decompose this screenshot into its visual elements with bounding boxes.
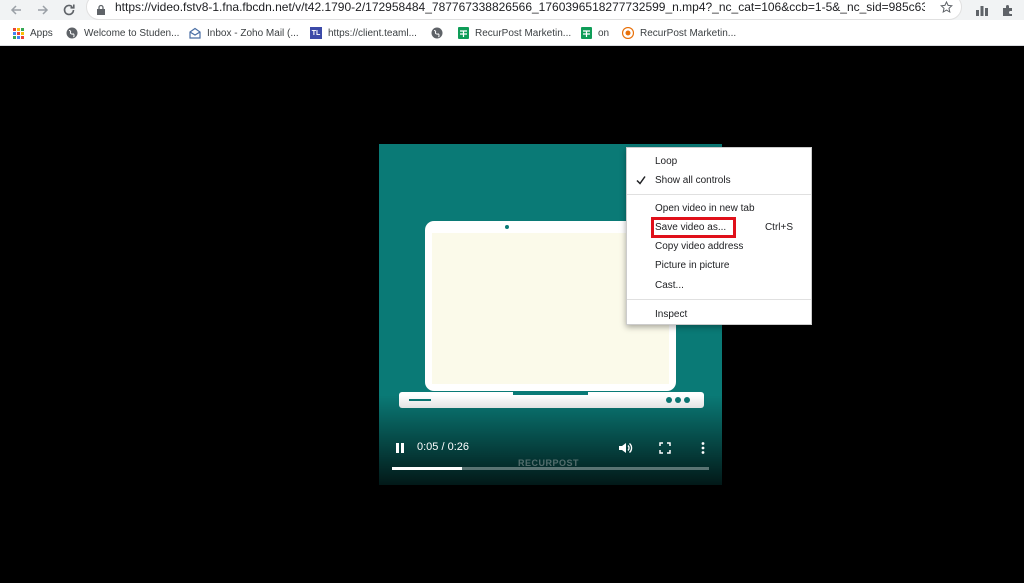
bookmark-recurpost[interactable]: RecurPost Marketin...: [622, 24, 736, 42]
bookmark-label: Inbox - Zoho Mail (...: [207, 27, 299, 39]
lock-icon: [97, 4, 105, 15]
checkmark-icon: [636, 176, 646, 185]
menu-item-inspect[interactable]: Inspect: [627, 305, 811, 324]
menu-item-picture-in-picture[interactable]: Picture in picture: [627, 256, 811, 275]
sheets-icon: [580, 27, 592, 39]
menu-separator: [627, 299, 811, 300]
bookmark-label: RecurPost Marketin...: [640, 27, 737, 39]
forward-button[interactable]: [33, 0, 53, 20]
video-time: 0:05 / 0:26: [417, 441, 469, 453]
bookmark-recurpost-sheet[interactable]: RecurPost Marketin...: [457, 24, 571, 42]
arrow-left-icon: [10, 5, 21, 15]
bookmark-teamleader[interactable]: TL https://client.teaml...: [310, 24, 417, 42]
recurpost-icon: [622, 27, 634, 39]
extension-button[interactable]: [972, 0, 992, 20]
video-progress-bar[interactable]: [392, 467, 709, 470]
video-controls: 0:05 / 0:26: [379, 440, 722, 456]
address-bar[interactable]: https://video.fstv8-1.fna.fbcdn.net/v/t4…: [86, 0, 962, 20]
bookmarks-bar: Apps Welcome to Studen... Inbox - Zoho M…: [0, 20, 1024, 46]
star-icon[interactable]: [940, 1, 953, 14]
bookmark-label: Welcome to Studen...: [84, 27, 180, 39]
bookmark-zoho-mail[interactable]: Inbox - Zoho Mail (...: [189, 24, 299, 42]
menu-item-copy-video-address[interactable]: Copy video address: [627, 237, 811, 256]
menu-item-show-all-controls[interactable]: Show all controls: [627, 171, 811, 190]
browser-toolbar: https://video.fstv8-1.fna.fbcdn.net/v/t4…: [0, 0, 1024, 20]
apps-grid-icon: [12, 27, 24, 39]
menu-item-label: Copy video address: [655, 241, 744, 252]
volume-icon: [619, 442, 633, 454]
more-options-button[interactable]: [695, 440, 711, 456]
menu-item-shortcut: Ctrl+S: [764, 222, 793, 233]
globe-icon: [431, 27, 443, 39]
reload-button[interactable]: [59, 0, 79, 20]
bookmark-label: on: [598, 27, 610, 39]
url-text: https://video.fstv8-1.fna.fbcdn.net/v/t4…: [115, 0, 925, 14]
menu-item-label: Open video in new tab: [655, 203, 755, 214]
menu-item-label: Inspect: [655, 309, 688, 320]
sheets-icon: [457, 27, 469, 39]
globe-icon: [66, 27, 78, 39]
bookmark-on[interactable]: on: [580, 24, 609, 42]
pause-button[interactable]: [392, 440, 408, 456]
extensions-menu-button[interactable]: [997, 0, 1017, 20]
zoho-mail-icon: [189, 27, 201, 39]
menu-item-cast[interactable]: Cast...: [627, 276, 811, 295]
bookmark-welcome[interactable]: Welcome to Studen...: [66, 24, 179, 42]
save-video-highlight-box: [651, 217, 736, 238]
menu-item-label: Loop: [655, 156, 678, 167]
pause-icon: [396, 443, 404, 453]
menu-item-loop[interactable]: Loop: [627, 152, 811, 171]
bookmark-label: RecurPost Marketin...: [475, 27, 572, 39]
back-button[interactable]: [6, 0, 26, 20]
mute-button[interactable]: [617, 440, 633, 456]
fullscreen-icon: [659, 442, 671, 454]
bookmark-globe[interactable]: [431, 24, 449, 42]
bookmark-label: Apps: [30, 27, 53, 39]
menu-item-label: Picture in picture: [655, 260, 730, 271]
reload-icon: [63, 4, 75, 16]
menu-item-open-video-new-tab[interactable]: Open video in new tab: [627, 199, 811, 218]
bookmark-label: https://client.teaml...: [328, 27, 417, 39]
menu-separator: [627, 194, 811, 195]
analytics-extension-icon: [976, 6, 988, 16]
video-progress-fill: [392, 467, 462, 470]
arrow-right-icon: [38, 5, 49, 15]
puzzle-icon: [1002, 4, 1012, 16]
more-vert-icon: [701, 442, 705, 454]
tl-icon: TL: [310, 27, 322, 39]
menu-item-label: Cast...: [655, 280, 684, 291]
menu-item-label: Show all controls: [655, 175, 731, 186]
bookmark-apps[interactable]: Apps: [12, 24, 53, 42]
fullscreen-button[interactable]: [657, 440, 673, 456]
